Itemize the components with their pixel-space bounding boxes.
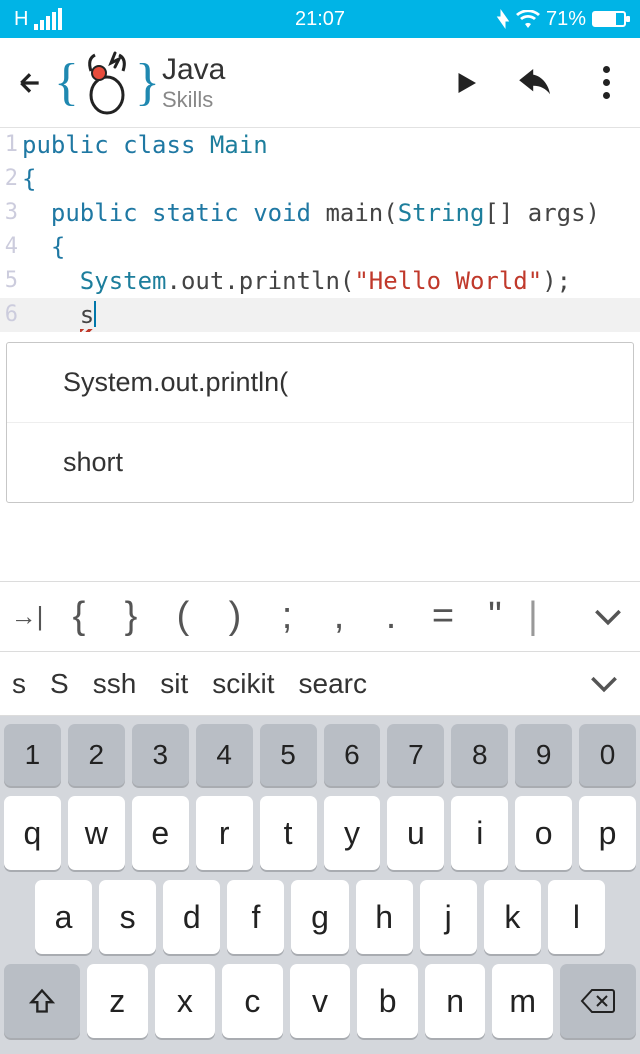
app-title: Java (162, 53, 225, 87)
symbol-key[interactable]: = (424, 595, 462, 638)
soft-keyboard: 1234567890 qwertyuiop asdfghjkl zxcvbnm (0, 716, 640, 1054)
key-1[interactable]: 1 (4, 724, 61, 786)
key-r[interactable]: r (196, 796, 253, 870)
symbol-key[interactable]: ; (268, 595, 306, 638)
battery-percent: 71% (546, 8, 586, 31)
key-n[interactable]: n (425, 964, 486, 1038)
line-number: 6 (0, 298, 22, 332)
code-line[interactable]: 1public class Main (0, 128, 640, 162)
charging-icon (496, 9, 510, 29)
undo-button[interactable] (516, 63, 556, 103)
symbol-key[interactable]: , (320, 595, 358, 638)
separator: | (528, 595, 538, 638)
key-7[interactable]: 7 (387, 724, 444, 786)
key-d[interactable]: d (163, 880, 220, 954)
line-number: 2 (0, 162, 22, 196)
prediction-item[interactable]: searc (299, 668, 367, 700)
backspace-key[interactable] (560, 964, 636, 1038)
collapse-symbols-button[interactable] (584, 608, 632, 626)
status-time: 21:07 (295, 8, 345, 31)
prediction-item[interactable]: sit (160, 668, 188, 700)
suggestion-item[interactable]: System.out.println( (7, 343, 633, 423)
backspace-icon (580, 988, 616, 1014)
prediction-item[interactable]: s (12, 668, 26, 700)
collapse-predictions-button[interactable] (580, 675, 628, 693)
key-v[interactable]: v (290, 964, 351, 1038)
line-number: 1 (0, 128, 22, 162)
network-type: H (14, 8, 28, 31)
key-6[interactable]: 6 (324, 724, 381, 786)
prediction-row: sSsshsit scikit searc (0, 652, 640, 716)
tab-key[interactable]: →| (8, 601, 46, 632)
key-c[interactable]: c (222, 964, 283, 1038)
key-x[interactable]: x (155, 964, 216, 1038)
key-a[interactable]: a (35, 880, 92, 954)
symbol-key[interactable]: } (112, 595, 150, 638)
symbol-key[interactable]: { (60, 595, 98, 638)
back-button[interactable] (10, 63, 50, 103)
shift-key[interactable] (4, 964, 80, 1038)
symbol-key[interactable]: . (372, 595, 410, 638)
prediction-item[interactable]: S (50, 668, 69, 700)
wifi-icon (516, 10, 540, 28)
symbol-key[interactable]: ( (164, 595, 202, 638)
code-line[interactable]: 6 s (0, 298, 640, 332)
more-icon (603, 66, 610, 99)
key-y[interactable]: y (324, 796, 381, 870)
app-bar: { } Java Skills (0, 38, 640, 128)
app-logo: { } (54, 49, 160, 117)
key-5[interactable]: 5 (260, 724, 317, 786)
code-line[interactable]: 5 System.out.println("Hello World"); (0, 264, 640, 298)
key-t[interactable]: t (260, 796, 317, 870)
key-4[interactable]: 4 (196, 724, 253, 786)
run-button[interactable] (446, 63, 486, 103)
java-mascot-icon (81, 49, 133, 117)
key-k[interactable]: k (484, 880, 541, 954)
key-p[interactable]: p (579, 796, 636, 870)
line-number: 3 (0, 196, 22, 230)
key-3[interactable]: 3 (132, 724, 189, 786)
code-line[interactable]: 4 { (0, 230, 640, 264)
line-number: 4 (0, 230, 22, 264)
symbol-toolbar: →| {} ();,. = " | (0, 582, 640, 652)
shift-icon (28, 987, 56, 1015)
status-bar: H 21:07 71% (0, 0, 640, 38)
prediction-item[interactable]: ssh (93, 668, 137, 700)
prediction-item[interactable]: scikit (212, 668, 274, 700)
key-8[interactable]: 8 (451, 724, 508, 786)
suggestion-item[interactable]: short (7, 423, 633, 502)
key-9[interactable]: 9 (515, 724, 572, 786)
key-0[interactable]: 0 (579, 724, 636, 786)
key-f[interactable]: f (227, 880, 284, 954)
signal-icon (34, 8, 62, 30)
key-j[interactable]: j (420, 880, 477, 954)
key-u[interactable]: u (387, 796, 444, 870)
key-z[interactable]: z (87, 964, 148, 1038)
more-button[interactable] (586, 63, 626, 103)
symbol-key[interactable]: " (476, 595, 514, 638)
key-i[interactable]: i (451, 796, 508, 870)
key-q[interactable]: q (4, 796, 61, 870)
key-h[interactable]: h (356, 880, 413, 954)
line-number: 5 (0, 264, 22, 298)
key-2[interactable]: 2 (68, 724, 125, 786)
key-b[interactable]: b (357, 964, 418, 1038)
symbol-key[interactable]: ) (216, 595, 254, 638)
key-e[interactable]: e (132, 796, 189, 870)
code-line[interactable]: 3 public static void main(String[] args) (0, 196, 640, 230)
key-m[interactable]: m (492, 964, 553, 1038)
key-o[interactable]: o (515, 796, 572, 870)
autocomplete-popup: System.out.println(short (6, 342, 634, 503)
keyboard-container: →|{}();,.="| sSsshsitscikitsearc 1234567… (0, 581, 640, 1054)
key-l[interactable]: l (548, 880, 605, 954)
battery-icon (592, 11, 626, 27)
code-editor[interactable]: 1public class Main2{3 public static void… (0, 128, 640, 332)
code-line[interactable]: 2{ (0, 162, 640, 196)
key-w[interactable]: w (68, 796, 125, 870)
app-subtitle: Skills (162, 87, 225, 113)
key-g[interactable]: g (291, 880, 348, 954)
key-s[interactable]: s (99, 880, 156, 954)
